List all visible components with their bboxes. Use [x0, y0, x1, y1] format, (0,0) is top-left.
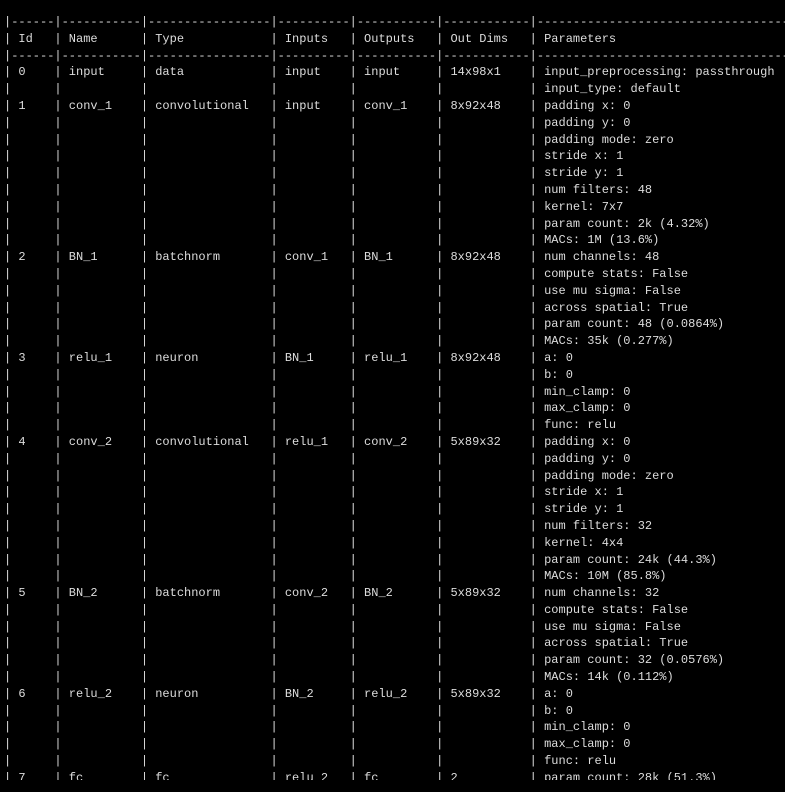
- layer-spec-table: |------|-----------|-----------------|--…: [0, 12, 785, 780]
